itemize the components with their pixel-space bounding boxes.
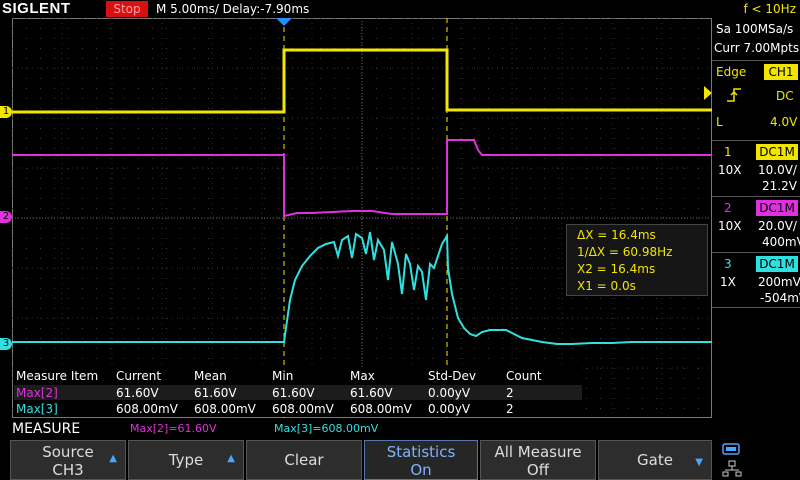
row-max: 61.60V [350, 386, 393, 400]
arrow-up-icon: ▲ [227, 453, 235, 464]
row-current: 61.60V [116, 386, 159, 400]
trigger-source-badge: CH1 [764, 64, 798, 80]
measure-statistics-table: Measure Item Current Mean Min Max Std-De… [14, 367, 582, 417]
ch1-number: 1 [724, 145, 732, 159]
ch2-ground-marker[interactable]: 2 [0, 211, 12, 223]
ch3-probe: 1X [720, 275, 736, 289]
all-measure-softkey[interactable]: All Measure Off [480, 440, 596, 480]
ch2-coupling-badge: DC1M [756, 200, 798, 216]
statistics-softkey-value: On [410, 461, 432, 479]
trigger-frequency-readout: f < 10Hz [743, 2, 797, 16]
type-softkey-label: Type [168, 451, 204, 469]
gate-softkey[interactable]: Gate ▼ [598, 440, 712, 480]
sample-rate-readout: Sa 100MSa/s [716, 22, 794, 36]
cursor-x1: X1 = 0.0s [577, 279, 636, 293]
ch3-ground-marker[interactable]: 3 [0, 338, 12, 350]
ch2-probe: 10X [718, 219, 742, 233]
ch2-offset: 400mV [762, 235, 800, 249]
table-header-count: Count [506, 369, 542, 383]
table-row[interactable]: Max[3] 608.00mV 608.00mV 608.00mV 608.00… [14, 401, 582, 416]
ch1-panel[interactable]: 1 DC1M 10X 10.0V/ 21.2V [712, 140, 800, 196]
clear-softkey[interactable]: Clear [246, 440, 362, 480]
trigger-level: 4.0V [770, 115, 798, 129]
row-mean: 61.60V [194, 386, 237, 400]
row-stddev: 0.00yV [428, 402, 471, 416]
run-stop-badge[interactable]: Stop [106, 1, 148, 17]
memory-depth-readout: Curr 7.00Mpts [714, 41, 800, 55]
ch2-number: 2 [724, 201, 732, 215]
source-softkey[interactable]: Source CH3 ▲ [10, 440, 126, 480]
ch3-coupling-badge: DC1M [756, 256, 798, 272]
trigger-type: Edge [716, 65, 747, 79]
ch1-probe: 10X [718, 163, 742, 177]
row-count: 2 [506, 402, 514, 416]
measure-readout-ch3: Max[3]=608.00mV [274, 422, 379, 435]
table-row[interactable]: Max[2] 61.60V 61.60V 61.60V 61.60V 0.00y… [14, 385, 582, 400]
ch3-panel[interactable]: 3 DC1M 1X 200mV/ -504mV [712, 252, 800, 308]
cursor-delta-x: ΔX = 16.4ms [577, 228, 656, 242]
statistics-softkey-label: Statistics [386, 443, 456, 461]
menu-title: MEASURE [12, 421, 81, 437]
arrow-up-icon: ▲ [109, 453, 117, 464]
table-header-max: Max [350, 369, 375, 383]
ch1-ground-marker[interactable]: 1 [0, 106, 12, 118]
table-header-item: Measure Item [16, 369, 99, 383]
brand-logo: SIGLENT [2, 0, 71, 17]
all-measure-softkey-value: Off [526, 461, 550, 479]
measure-status-bar: MEASURE Max[2]=61.60V Max[3]=608.00mV [0, 420, 712, 438]
measure-readout-ch2: Max[2]=61.60V [130, 422, 217, 435]
row-min: 61.60V [272, 386, 315, 400]
source-softkey-label: Source [42, 443, 94, 461]
statistics-softkey[interactable]: Statistics On [364, 440, 478, 480]
row-item: Max[3] [16, 402, 58, 416]
timebase-readout: M 5.00ms/ Delay:-7.90ms [156, 2, 310, 16]
cursor-inverse-delta-x: 1/ΔX = 60.98Hz [577, 245, 673, 259]
table-header-mean: Mean [194, 369, 227, 383]
table-header-min: Min [272, 369, 294, 383]
trigger-coupling: DC [776, 89, 794, 103]
cursor-readout-panel: ΔX = 16.4ms 1/ΔX = 60.98Hz X2 = 16.4ms X… [566, 224, 708, 296]
row-stddev: 0.00yV [428, 386, 471, 400]
table-header-stddev: Std-Dev [428, 369, 476, 383]
arrow-down-icon: ▼ [695, 457, 703, 468]
waveform-canvas [12, 18, 712, 418]
network-icon [722, 460, 742, 477]
source-softkey-value: CH3 [52, 461, 84, 479]
ch3-scale: 200mV/ [758, 275, 800, 289]
rising-edge-icon [727, 88, 741, 102]
gate-softkey-label: Gate [637, 451, 673, 469]
row-current: 608.00mV [116, 402, 178, 416]
cursor-x2: X2 = 16.4ms [577, 262, 656, 276]
row-mean: 608.00mV [194, 402, 256, 416]
type-softkey[interactable]: Type ▲ [128, 440, 244, 480]
ch2-scale: 20.0V/ [758, 219, 797, 233]
trigger-slope-label: L [716, 115, 723, 129]
ch2-panel[interactable]: 2 DC1M 10X 20.0V/ 400mV [712, 196, 800, 252]
trigger-panel[interactable]: Edge CH1 DC L 4.0V [712, 60, 800, 132]
row-min: 608.00mV [272, 402, 334, 416]
usb-icon [722, 443, 740, 455]
table-header-current: Current [116, 369, 162, 383]
ch1-coupling-badge: DC1M [756, 144, 798, 160]
row-count: 2 [506, 386, 514, 400]
row-max: 608.00mV [350, 402, 412, 416]
ch3-number: 3 [724, 257, 732, 271]
all-measure-softkey-label: All Measure [494, 443, 582, 461]
row-item: Max[2] [16, 386, 58, 400]
ch3-offset: -504mV [760, 291, 800, 305]
clear-softkey-label: Clear [284, 451, 324, 469]
ch1-scale: 10.0V/ [758, 163, 797, 177]
ch1-offset: 21.2V [762, 179, 797, 193]
